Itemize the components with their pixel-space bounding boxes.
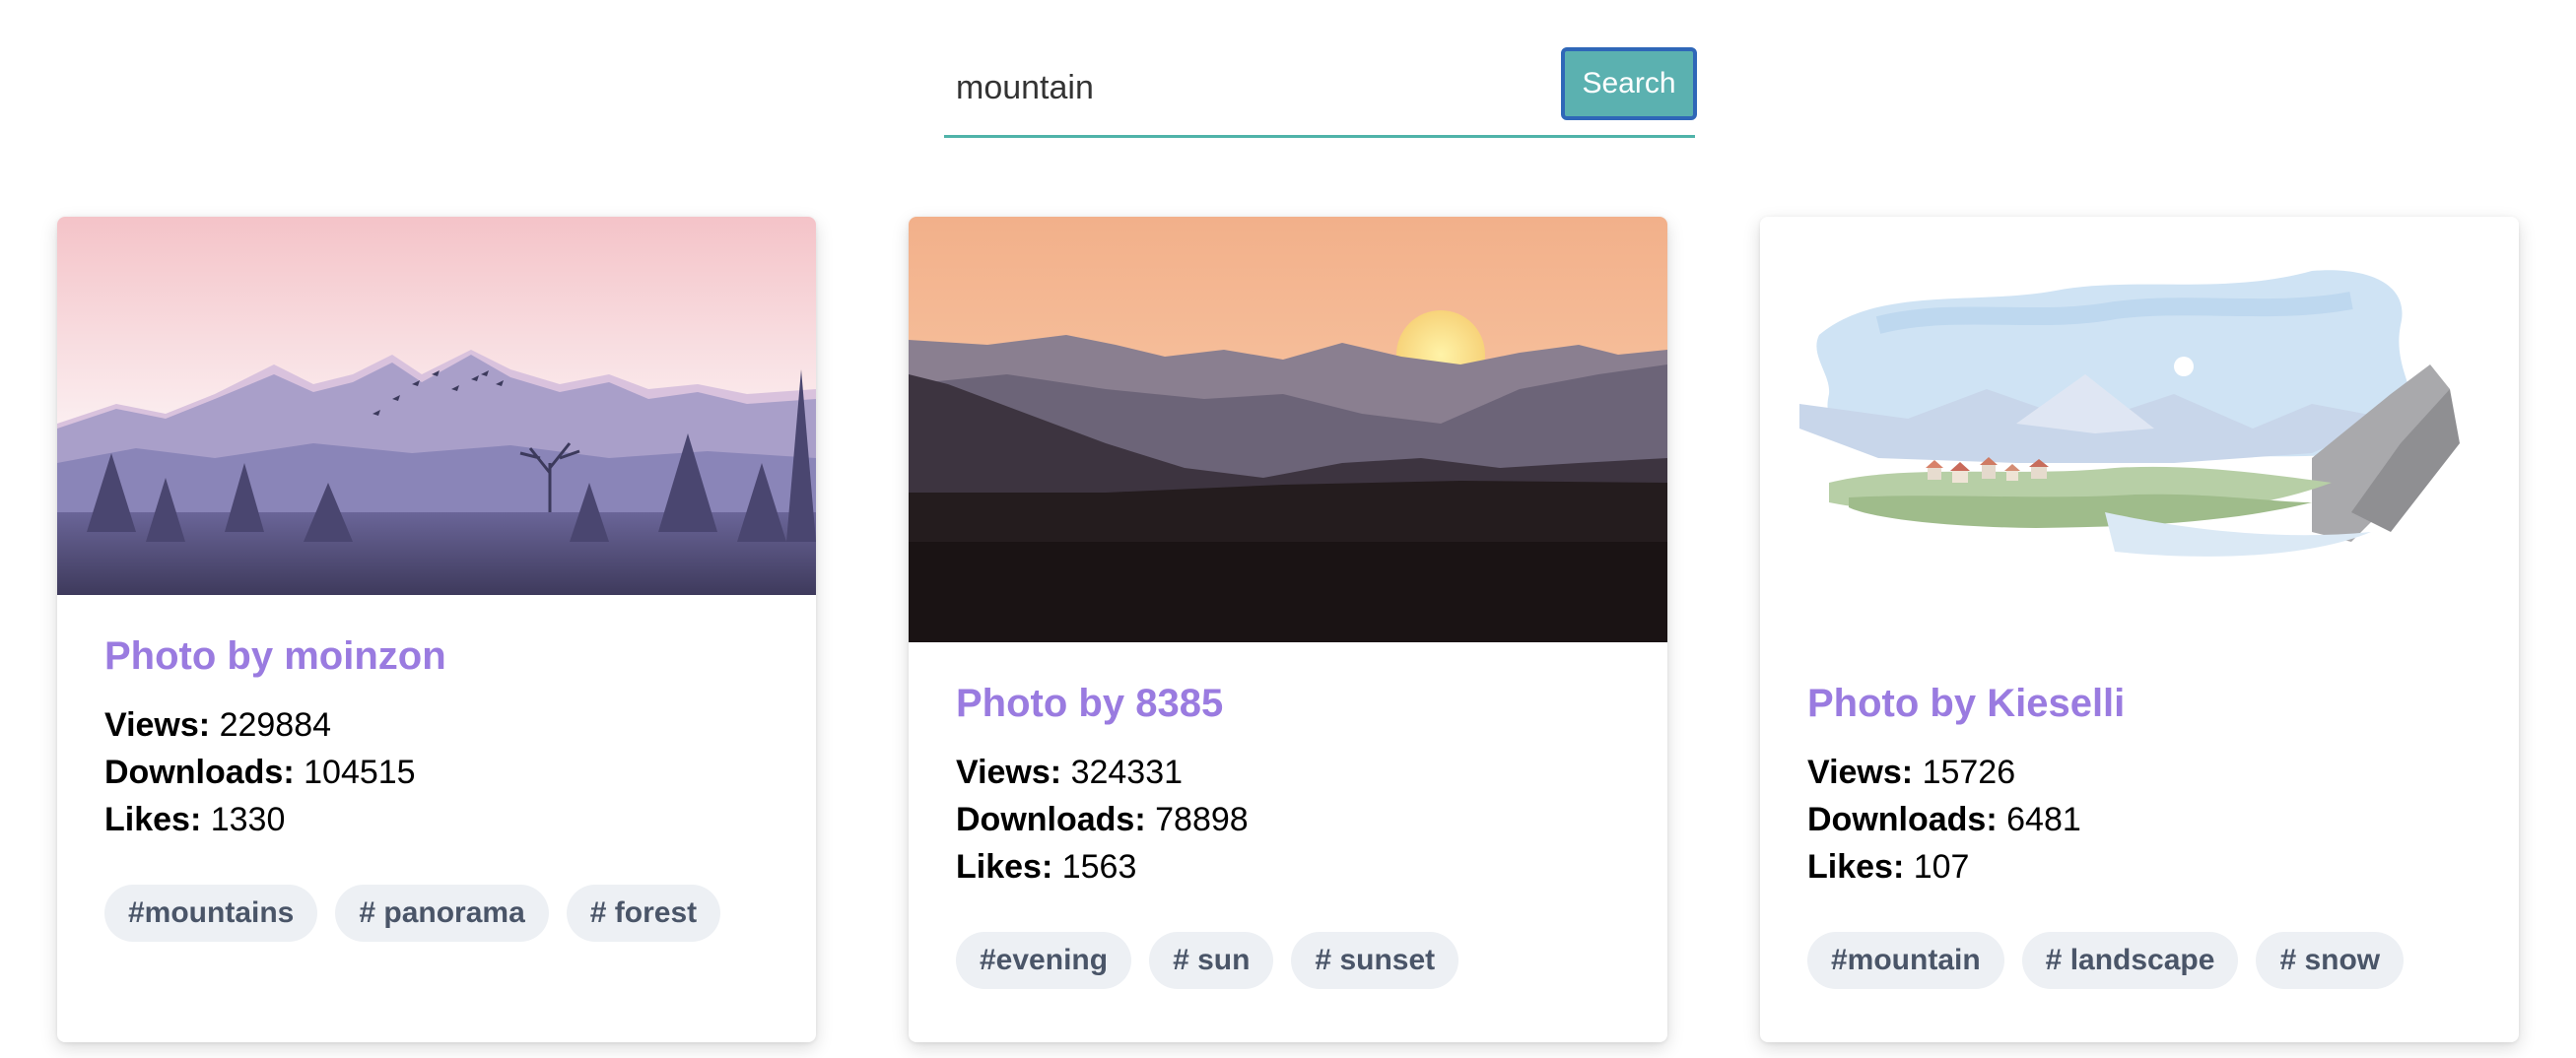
views-value: 15726 xyxy=(1922,754,2016,791)
views-label: Views: xyxy=(1807,754,1914,791)
downloads-label: Downloads: xyxy=(1807,801,1998,838)
tag[interactable]: #evening xyxy=(956,932,1132,989)
search-form: Search xyxy=(944,47,1697,138)
likes-label: Likes: xyxy=(104,801,202,838)
tag[interactable]: # panorama xyxy=(335,885,549,942)
tag[interactable]: # snow xyxy=(2256,932,2405,989)
tag-list: #evening # sun # sunset xyxy=(956,932,1620,989)
views-value: 229884 xyxy=(219,706,332,744)
card-body: Photo by 8385 Views: 324331 Downloads: 7… xyxy=(909,680,1667,989)
card-body: Photo by moinzon Views: 229884 Downloads… xyxy=(57,632,816,942)
downloads-label: Downloads: xyxy=(104,754,295,791)
likes-label: Likes: xyxy=(1807,848,1905,886)
likes-stat: Likes: 1563 xyxy=(956,843,1620,891)
likes-stat: Likes: 1330 xyxy=(104,796,769,843)
tag[interactable]: #mountains xyxy=(104,885,318,942)
photo-card[interactable]: Photo by Kieselli Views: 15726 Downloads… xyxy=(1760,217,2519,1042)
views-stat: Views: 229884 xyxy=(104,701,769,749)
likes-value: 107 xyxy=(1913,848,1970,886)
likes-value: 1563 xyxy=(1061,848,1137,886)
downloads-stat: Downloads: 6481 xyxy=(1807,796,2472,843)
tag[interactable]: #mountain xyxy=(1807,932,2004,989)
card-title: Photo by moinzon xyxy=(104,634,446,678)
tag[interactable]: # sunset xyxy=(1291,932,1459,989)
downloads-value: 78898 xyxy=(1155,801,1249,838)
downloads-value: 6481 xyxy=(2006,801,2081,838)
tag[interactable]: # landscape xyxy=(2021,932,2239,989)
photo-image xyxy=(909,217,1667,642)
photo-image xyxy=(57,217,816,595)
views-stat: Views: 15726 xyxy=(1807,749,2472,796)
views-value: 324331 xyxy=(1070,754,1184,791)
downloads-label: Downloads: xyxy=(956,801,1146,838)
views-label: Views: xyxy=(104,706,211,744)
photo-card[interactable]: Photo by moinzon Views: 229884 Downloads… xyxy=(57,217,816,1042)
card-title: Photo by Kieselli xyxy=(1807,682,2126,725)
downloads-stat: Downloads: 78898 xyxy=(956,796,1620,843)
downloads-value: 104515 xyxy=(304,754,416,791)
tag[interactable]: # forest xyxy=(566,885,721,942)
likes-stat: Likes: 107 xyxy=(1807,843,2472,891)
likes-label: Likes: xyxy=(956,848,1053,886)
tag[interactable]: # sun xyxy=(1149,932,1274,989)
photo-card[interactable]: Photo by 8385 Views: 324331 Downloads: 7… xyxy=(909,217,1667,1042)
views-label: Views: xyxy=(956,754,1062,791)
likes-value: 1330 xyxy=(210,801,286,838)
search-button[interactable]: Search xyxy=(1561,47,1697,120)
views-stat: Views: 324331 xyxy=(956,749,1620,796)
photo-image xyxy=(1760,217,2519,642)
card-body: Photo by Kieselli Views: 15726 Downloads… xyxy=(1760,680,2519,989)
tag-list: #mountain # landscape # snow xyxy=(1807,932,2472,989)
tag-list: #mountains # panorama # forest xyxy=(104,885,769,942)
downloads-stat: Downloads: 104515 xyxy=(104,749,769,796)
card-title: Photo by 8385 xyxy=(956,682,1224,725)
